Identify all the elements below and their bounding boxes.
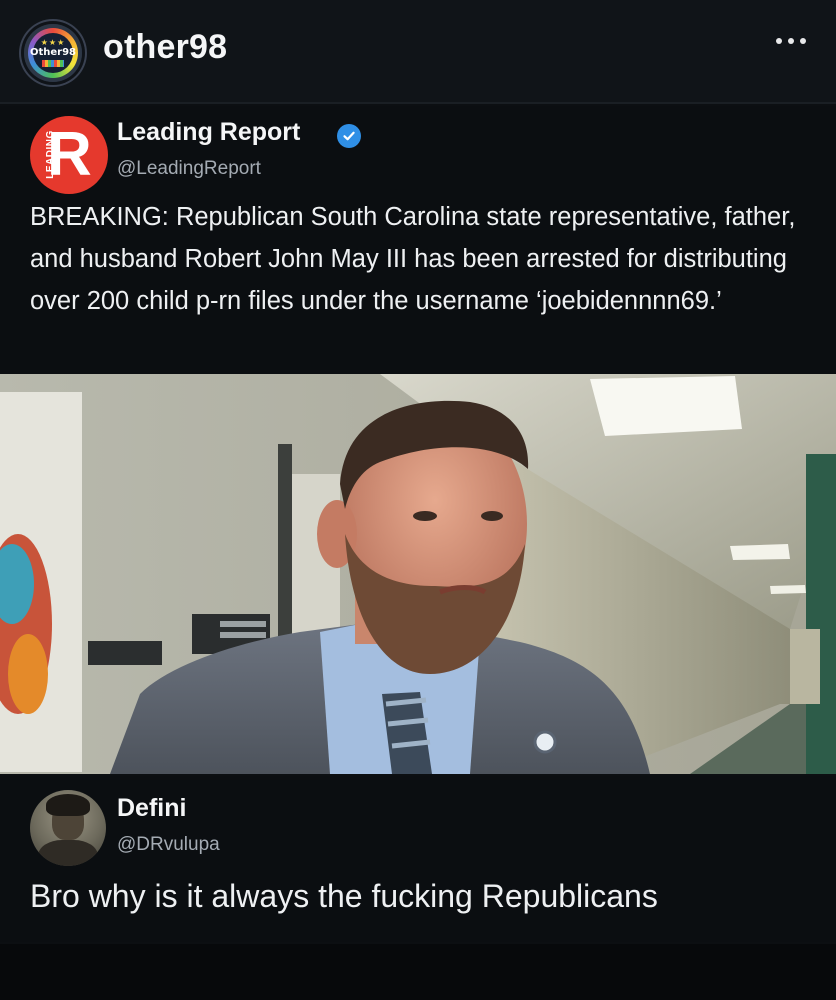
tweet-author-handle[interactable]: @LeadingReport — [117, 158, 261, 180]
avatar-hair — [46, 794, 90, 816]
verified-badge-icon — [337, 124, 361, 148]
tweet-body-text: BREAKING: Republican South Carolina stat… — [30, 203, 796, 315]
dot — [800, 38, 806, 44]
avatar-logo-text: Other98 — [29, 47, 77, 58]
photo-illustration — [0, 374, 836, 774]
dot — [788, 38, 794, 44]
reply-author-handle[interactable]: @DRvulupa — [117, 834, 220, 856]
reply-author-name[interactable]: Defini — [117, 794, 186, 823]
tweet-author-name[interactable]: Leading Report — [117, 118, 300, 147]
account-avatar[interactable]: ★★★ Other98 — [24, 24, 82, 82]
instagram-post-view: ★★★ Other98 other98 R LEADING Leading Re… — [0, 0, 836, 1000]
post-header: ★★★ Other98 other98 — [0, 0, 836, 104]
checkmark-icon — [343, 131, 355, 141]
news-photo — [0, 374, 836, 774]
account-username[interactable]: other98 — [103, 28, 227, 67]
dot — [776, 38, 782, 44]
more-options-icon[interactable] — [776, 38, 806, 44]
avatar-logo: ★★★ Other98 — [29, 33, 77, 73]
bottom-bar — [0, 944, 836, 1000]
reply-body-text: Bro why is it always the fucking Republi… — [30, 878, 658, 914]
avatar-body — [38, 840, 98, 866]
stars-icon: ★★★ — [40, 38, 66, 47]
avatar-side-text: LEADING — [44, 130, 56, 179]
tweet-author-avatar[interactable]: R LEADING — [30, 116, 108, 194]
reply-author-avatar[interactable] — [30, 790, 106, 866]
stripes-icon — [42, 60, 64, 67]
